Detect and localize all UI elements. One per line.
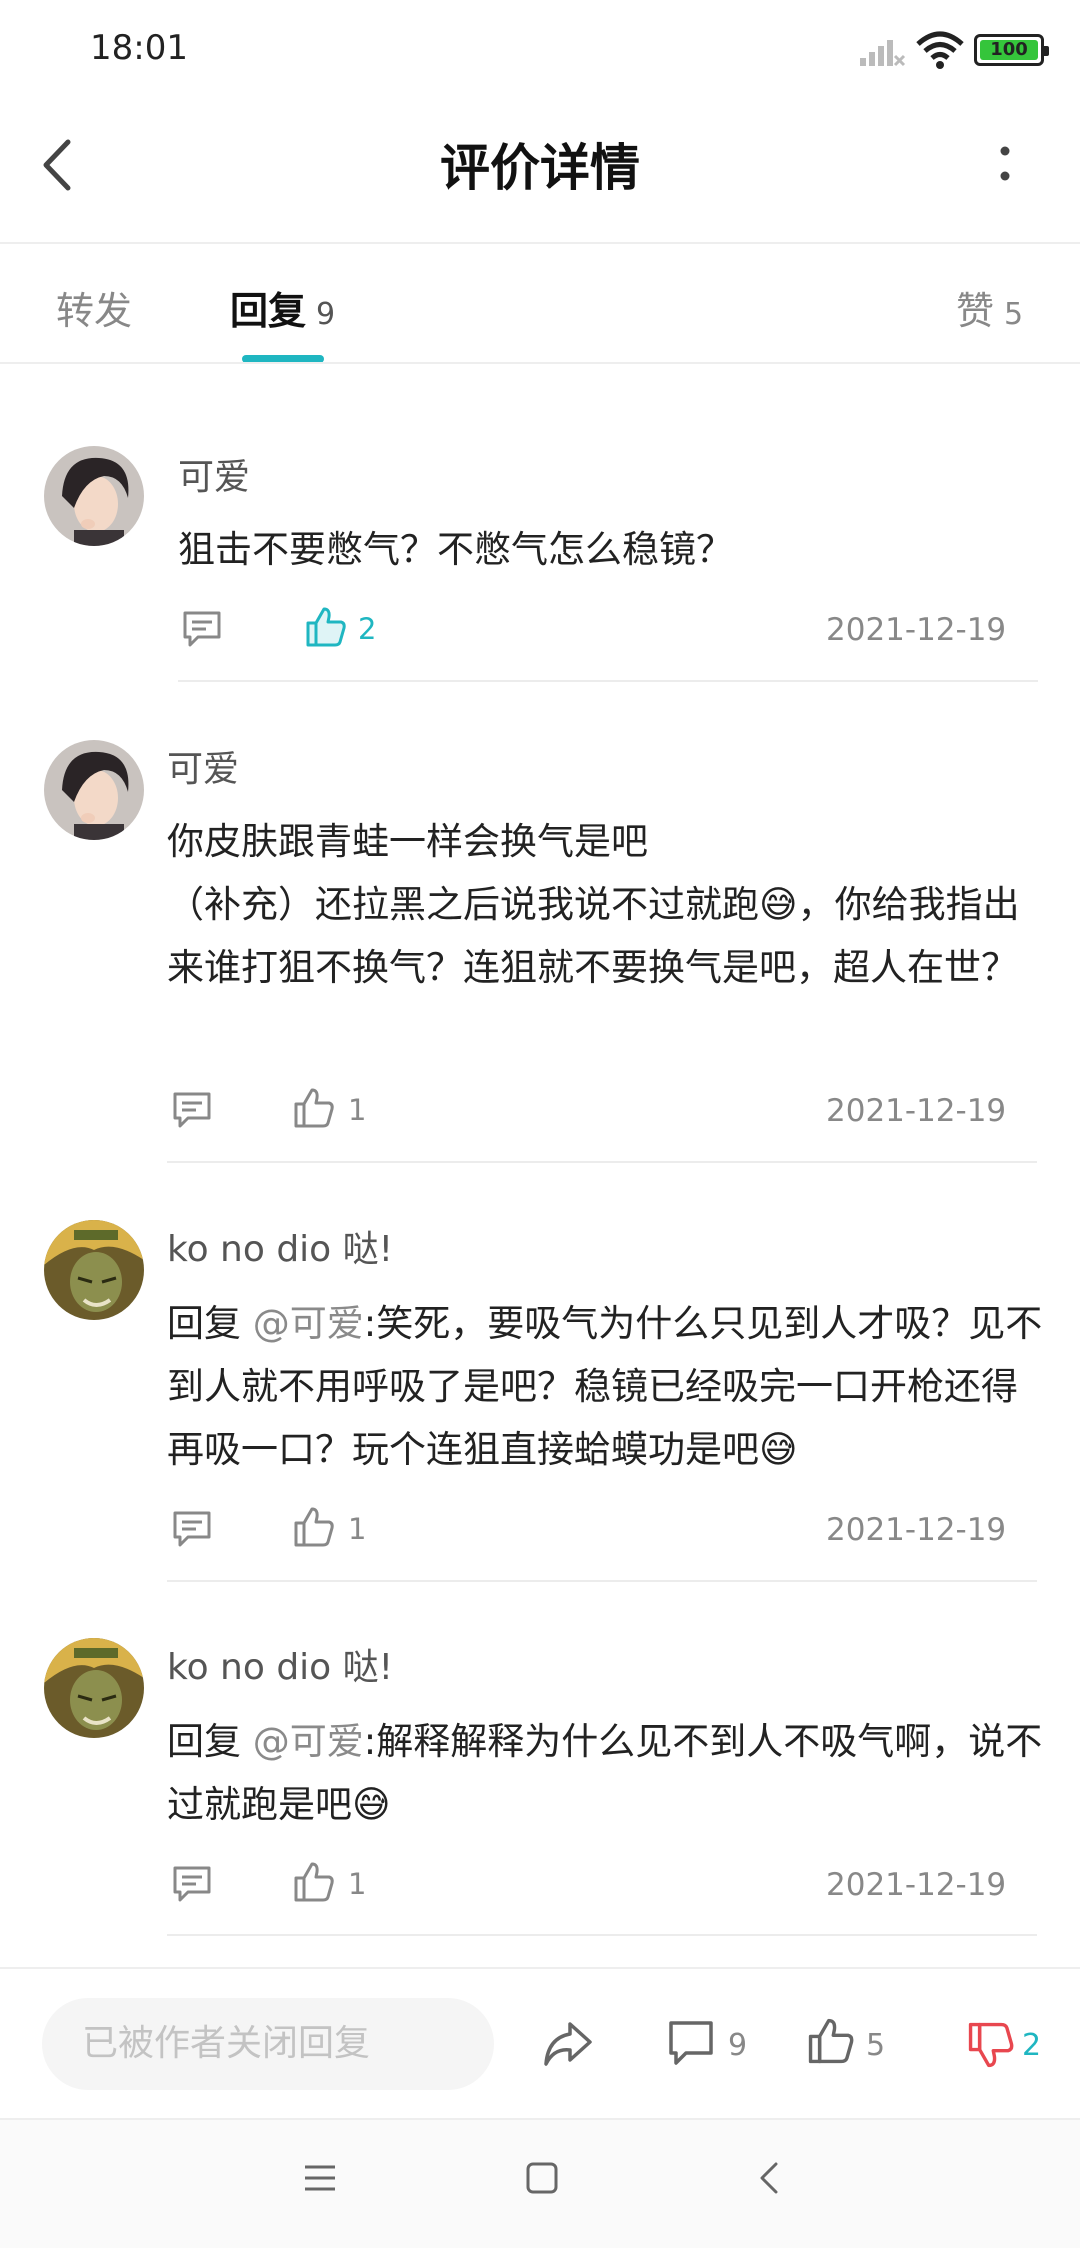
reply-prefix: 回复 <box>167 1720 253 1763</box>
tab-like[interactable]: 赞5 <box>956 280 1023 335</box>
avatar[interactable] <box>44 740 144 840</box>
thumbs-up-icon[interactable] <box>292 1860 336 1904</box>
status-time: 18:01 <box>90 28 188 68</box>
tab-reply-count: 9 <box>316 297 336 332</box>
comment-date: 2021-12-19 <box>826 1867 1007 1903</box>
tab-forward[interactable]: 转发 <box>56 280 132 335</box>
tabs-divider <box>0 362 1080 364</box>
home-icon[interactable] <box>524 2160 560 2196</box>
comment-username[interactable]: ko no dio 哒! <box>167 1220 393 1272</box>
comment-line-text: （补充）还拉黑之后说我说不过就跑 <box>167 883 759 926</box>
thumbs-up-icon[interactable] <box>292 1086 336 1130</box>
header-divider <box>0 242 1080 244</box>
comment-text: 狙击不要憋气？不憋气怎么稳镜？ <box>178 528 733 571</box>
comment-total-count: 9 <box>728 2028 748 2063</box>
back-icon[interactable] <box>30 130 90 200</box>
comment-divider <box>167 1580 1037 1582</box>
reply-input-disabled: 已被作者关闭回复 <box>42 1998 494 2090</box>
mention-link[interactable]: @可爱 <box>253 1720 364 1763</box>
wifi-icon <box>916 31 964 69</box>
comment-divider <box>167 1161 1037 1163</box>
comment-username[interactable]: 可爱 <box>167 740 239 792</box>
tab-forward-label: 转发 <box>56 289 133 333</box>
battery-icon: 100 <box>974 34 1049 66</box>
tab-reply-label: 回复 <box>230 289 307 333</box>
comment-icon[interactable] <box>170 1088 214 1132</box>
thumbs-up-icon[interactable] <box>292 1505 336 1549</box>
avatar[interactable] <box>44 1638 144 1738</box>
like-count: 1 <box>348 1512 367 1546</box>
like-count: 1 <box>348 1867 367 1901</box>
comment-icon[interactable] <box>180 607 224 651</box>
more-icon[interactable] <box>985 140 1025 190</box>
comment-text: 回复 @可爱:解释解释为什么见不到人不吸气啊，说不过就跑是吧😅 <box>167 1710 1047 1836</box>
signal-icon <box>860 40 906 67</box>
tab-reply[interactable]: 回复 9 <box>230 280 335 335</box>
thumbs-up-icon[interactable] <box>304 605 348 649</box>
like-count: 1 <box>348 1093 367 1127</box>
avatar[interactable] <box>44 1220 144 1320</box>
comment-username[interactable]: ko no dio 哒! <box>167 1638 393 1690</box>
system-nav-bar <box>0 2120 1080 2248</box>
comment-icon[interactable] <box>666 2018 716 2068</box>
sweat-smile-emoji: 😅 <box>759 1428 798 1471</box>
comment-text: 你皮肤跟青蛙一样会换气是吧 （补充）还拉黑之后说我说不过就跑😅，你给我指出来谁打… <box>167 810 1047 999</box>
comment-text: 回复 @可爱:笑死，要吸气为什么只见到人才吸？见不到人就不用呼吸了是吧？稳镜已经… <box>167 1292 1047 1481</box>
comment-date: 2021-12-19 <box>826 612 1007 648</box>
comment-icon[interactable] <box>170 1862 214 1906</box>
page-title: 评价详情 <box>440 139 640 197</box>
share-icon[interactable] <box>540 2018 596 2070</box>
thumbs-down-icon[interactable] <box>966 2020 1016 2070</box>
comment-divider <box>178 680 1038 682</box>
mention-link[interactable]: @可爱 <box>253 1302 364 1345</box>
comment-line: （补充）还拉黑之后说我说不过就跑😅，你给我指出来谁打狙不换气？连狙就不要换气是吧… <box>167 873 1047 999</box>
battery-level: 100 <box>980 40 1038 60</box>
comment-line: 你皮肤跟青蛙一样会换气是吧 <box>167 820 648 863</box>
tab-like-count: 5 <box>1004 297 1024 332</box>
comment-date: 2021-12-19 <box>826 1093 1007 1129</box>
comment-icon[interactable] <box>170 1507 214 1551</box>
like-count: 2 <box>358 612 377 646</box>
bottom-bar-divider <box>0 1967 1080 1969</box>
comment-date: 2021-12-19 <box>826 1512 1007 1548</box>
avatar[interactable] <box>44 446 144 546</box>
tab-like-label: 赞 <box>956 289 995 333</box>
comment-divider <box>167 1934 1037 1936</box>
sweat-smile-emoji: 😅 <box>759 883 798 926</box>
reply-prefix: 回复 <box>167 1302 253 1345</box>
menu-icon[interactable] <box>302 2160 338 2196</box>
sweat-smile-emoji: 😅 <box>352 1783 391 1826</box>
dislike-count: 2 <box>1022 2028 1042 2063</box>
comment-username[interactable]: 可爱 <box>178 448 250 500</box>
thumbs-up-icon[interactable] <box>806 2016 856 2066</box>
like-total-count: 5 <box>866 2028 886 2063</box>
nav-back-icon[interactable] <box>752 2160 788 2196</box>
